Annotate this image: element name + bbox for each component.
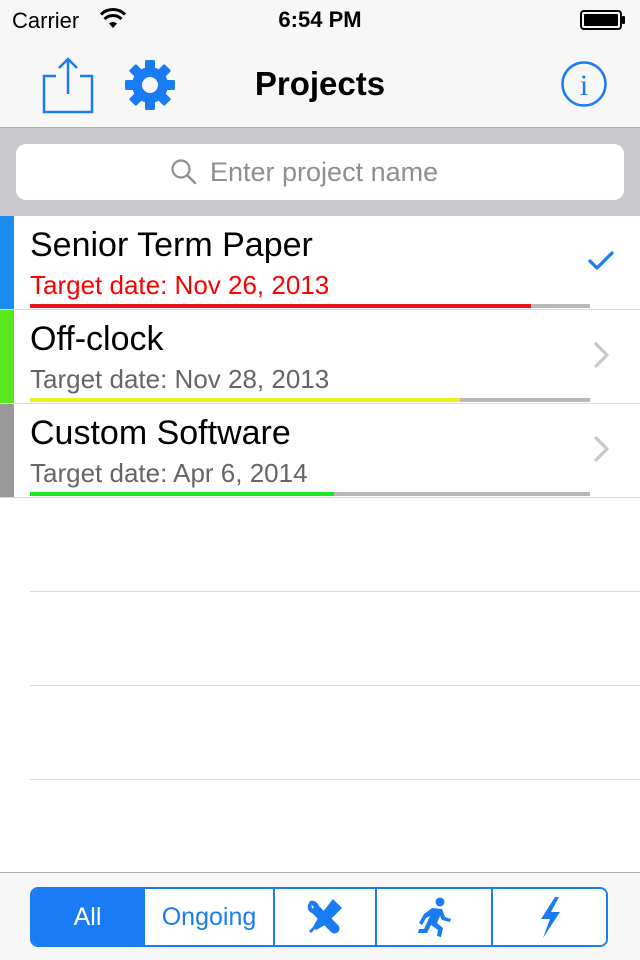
project-name: Off-clock: [30, 320, 164, 358]
progress-fill: [30, 304, 532, 308]
search-bar: [0, 128, 640, 216]
filter-ongoing[interactable]: Ongoing: [145, 889, 275, 945]
empty-row-separator: [30, 591, 640, 592]
chevron-right-icon: [594, 342, 609, 368]
progress-track: [30, 398, 590, 402]
tools-icon: [307, 899, 342, 934]
checkmark-icon: [588, 251, 614, 270]
status-bar: Carrier 6:54 PM: [0, 0, 640, 40]
project-target-date: Target date: Nov 28, 2013: [30, 364, 330, 394]
search-field[interactable]: [16, 144, 624, 200]
project-color-tag: [0, 404, 14, 497]
filter-lightning[interactable]: [493, 889, 606, 945]
chevron-right-icon: [594, 436, 609, 462]
svg-text:i: i: [580, 69, 588, 102]
project-name: Senior Term Paper: [30, 226, 313, 264]
project-target-date: Target date: Apr 6, 2014: [30, 458, 308, 488]
info-icon[interactable]: i: [560, 60, 608, 108]
empty-row-separator: [30, 779, 640, 780]
filter-segmented-control: All Ongoing: [30, 887, 608, 947]
nav-bar: Projects i: [0, 40, 640, 128]
project-color-tag: [0, 310, 14, 403]
progress-track: [30, 492, 590, 496]
battery-icon: [580, 10, 625, 30]
project-name: Custom Software: [30, 414, 291, 452]
page-title: Projects: [254, 65, 386, 102]
lightning-icon: [540, 897, 560, 938]
bottom-toolbar: All Ongoing: [0, 872, 640, 960]
empty-row-separator: [30, 685, 640, 686]
project-row[interactable]: Senior Term Paper Target date: Nov 26, 2…: [0, 216, 640, 310]
project-target-date: Target date: Nov 26, 2013: [30, 270, 330, 300]
progress-track: [30, 304, 590, 308]
search-icon: [171, 159, 197, 185]
project-row[interactable]: Custom Software Target date: Apr 6, 2014: [0, 404, 640, 498]
progress-fill: [30, 492, 335, 496]
search-input[interactable]: [210, 156, 470, 188]
project-list: Senior Term Paper Target date: Nov 26, 2…: [0, 216, 640, 498]
clock: 6:54 PM: [278, 7, 362, 32]
progress-fill: [30, 398, 461, 402]
project-row[interactable]: Off-clock Target date: Nov 28, 2013: [0, 310, 640, 404]
filter-running[interactable]: [377, 889, 493, 945]
filter-all-label: All: [73, 902, 102, 931]
filter-ongoing-label: Ongoing: [161, 902, 257, 931]
filter-tools[interactable]: [275, 889, 377, 945]
filter-all[interactable]: All: [32, 889, 145, 945]
project-color-tag: [0, 216, 14, 309]
running-man-icon: [418, 897, 451, 937]
